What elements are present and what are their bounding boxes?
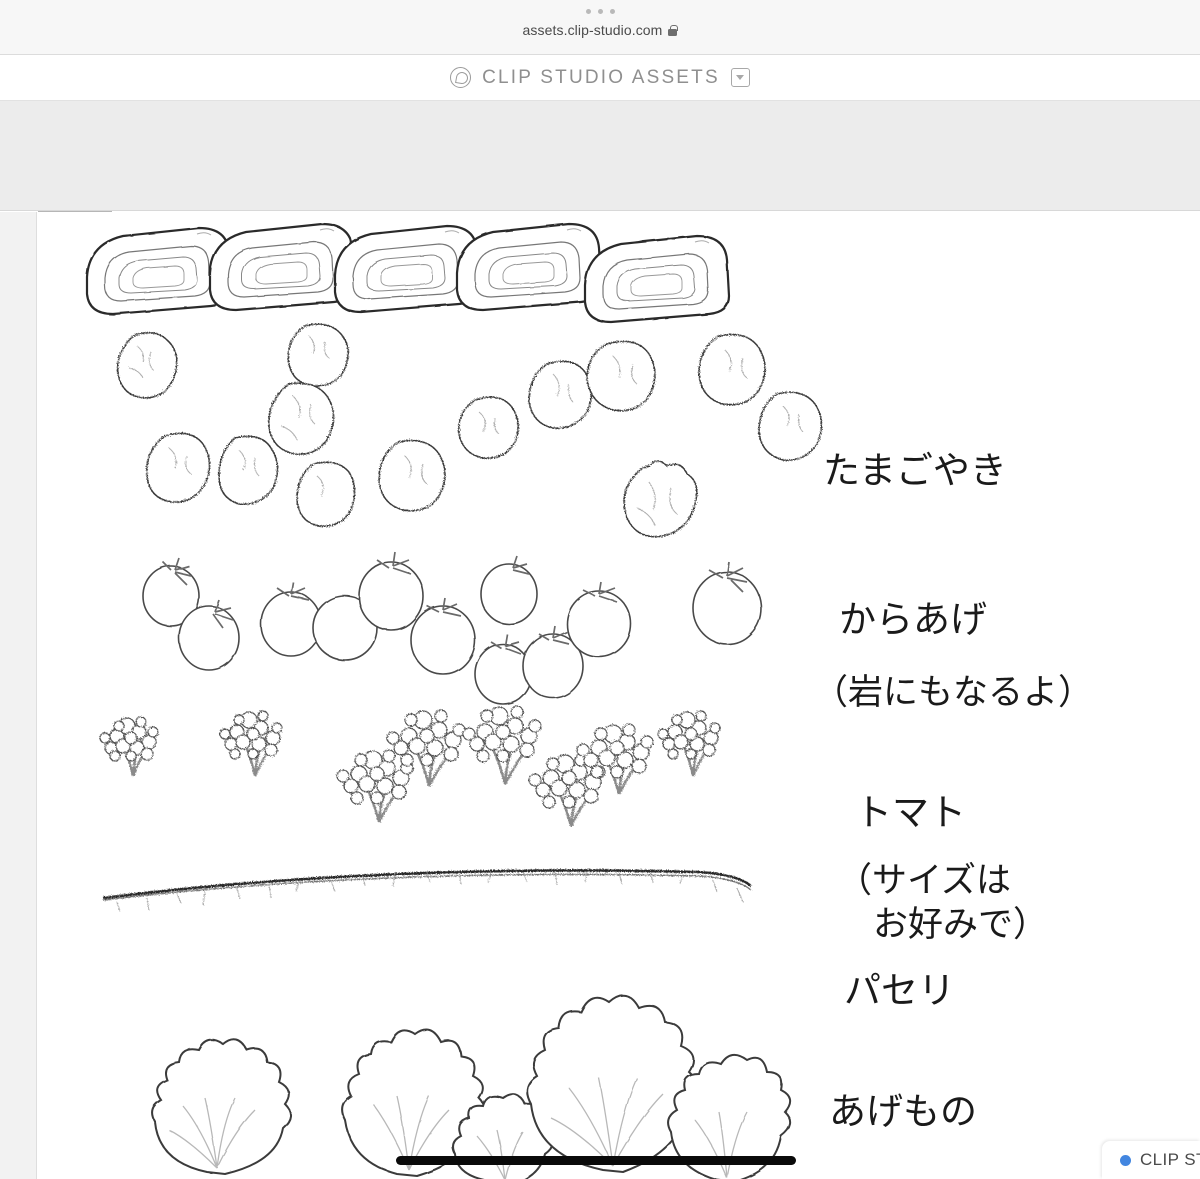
tamagoyaki-row bbox=[85, 222, 731, 324]
horizontal-scrollbar[interactable] bbox=[396, 1156, 796, 1165]
asset-preview-viewer[interactable]: たまごやき からあげ （岩にもなるよ） トマト （サイズは お好みで） パセリ … bbox=[0, 212, 1200, 1179]
label-agemono: あげもの bbox=[829, 1090, 977, 1133]
window-dot bbox=[609, 9, 615, 14]
label-tomato-note-2: お好みで） bbox=[873, 905, 1049, 945]
preview-page: たまごやき からあげ （岩にもなるよ） トマト （サイズは お好みで） パセリ … bbox=[36, 212, 1200, 1179]
site-header: CLIP STUDIO ASSETS bbox=[0, 55, 1200, 101]
window-dot bbox=[585, 9, 591, 14]
clip-studio-spiral-icon bbox=[450, 67, 472, 88]
tomato-row bbox=[142, 551, 762, 705]
label-tomato: トマト bbox=[855, 791, 966, 834]
label-parsley: パセリ bbox=[844, 969, 955, 1012]
badge-text: CLIP ST bbox=[1140, 1150, 1200, 1169]
site-wordmark: CLIP STUDIO ASSETS bbox=[482, 66, 720, 88]
label-karaage: からあげ bbox=[839, 598, 987, 641]
url-text: assets.clip-studio.com bbox=[522, 22, 663, 38]
address-bar[interactable]: assets.clip-studio.com bbox=[0, 22, 1200, 38]
karaage-cluster bbox=[116, 323, 823, 538]
lettuce-row bbox=[151, 994, 792, 1179]
status-dot bbox=[1120, 1154, 1131, 1166]
label-tamagoyaki: たまごやき bbox=[823, 449, 1007, 492]
window-dot bbox=[597, 9, 603, 14]
parsley-row bbox=[99, 705, 721, 827]
lock-icon bbox=[668, 24, 678, 36]
agemono-texture-line bbox=[102, 869, 752, 913]
clip-studio-badge[interactable]: CLIP ST bbox=[1102, 1141, 1200, 1179]
label-karaage-note: （岩にもなるよ） bbox=[813, 673, 1094, 713]
window-dots bbox=[0, 9, 1200, 14]
browser-toolbar: assets.clip-studio.com bbox=[0, 0, 1200, 55]
chevron-down-icon[interactable] bbox=[730, 68, 750, 87]
asset-header: 食べ物 食べ物ブラシ コンテンツID： 1730675 15,388 いいね！ … bbox=[0, 101, 1200, 309]
